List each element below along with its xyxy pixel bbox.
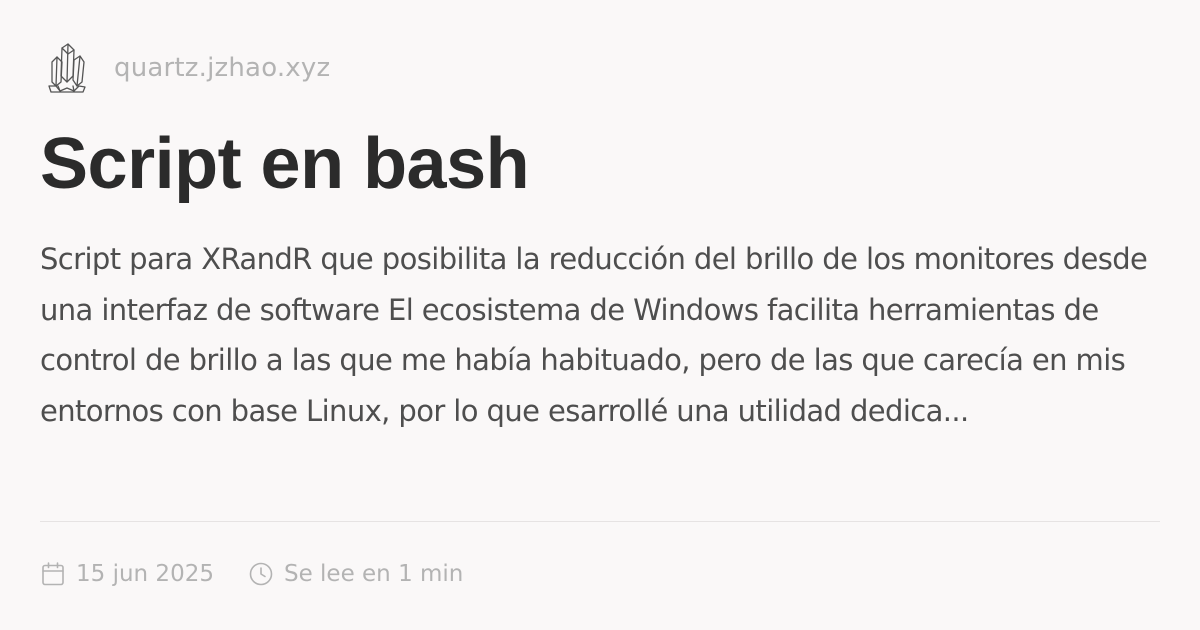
publish-date-text: 15 jun 2025 [76, 561, 214, 587]
divider [40, 521, 1160, 522]
page-title: Script en bash [40, 124, 530, 204]
publish-date: 15 jun 2025 [40, 561, 214, 587]
calendar-icon [42, 562, 64, 586]
crystal-cluster-icon [48, 43, 86, 93]
reading-time: Se lee en 1 min [248, 561, 463, 587]
reading-time-text: Se lee en 1 min [283, 561, 464, 587]
meta-row: 15 jun 2025 Se lee en 1 min [40, 558, 463, 590]
site-header: quartz.jzhao.xyz [46, 42, 330, 94]
page-excerpt: Script para XRandR que posibilita la red… [40, 242, 1148, 428]
site-domain[interactable]: quartz.jzhao.xyz [114, 55, 330, 81]
clock-icon [249, 562, 273, 586]
